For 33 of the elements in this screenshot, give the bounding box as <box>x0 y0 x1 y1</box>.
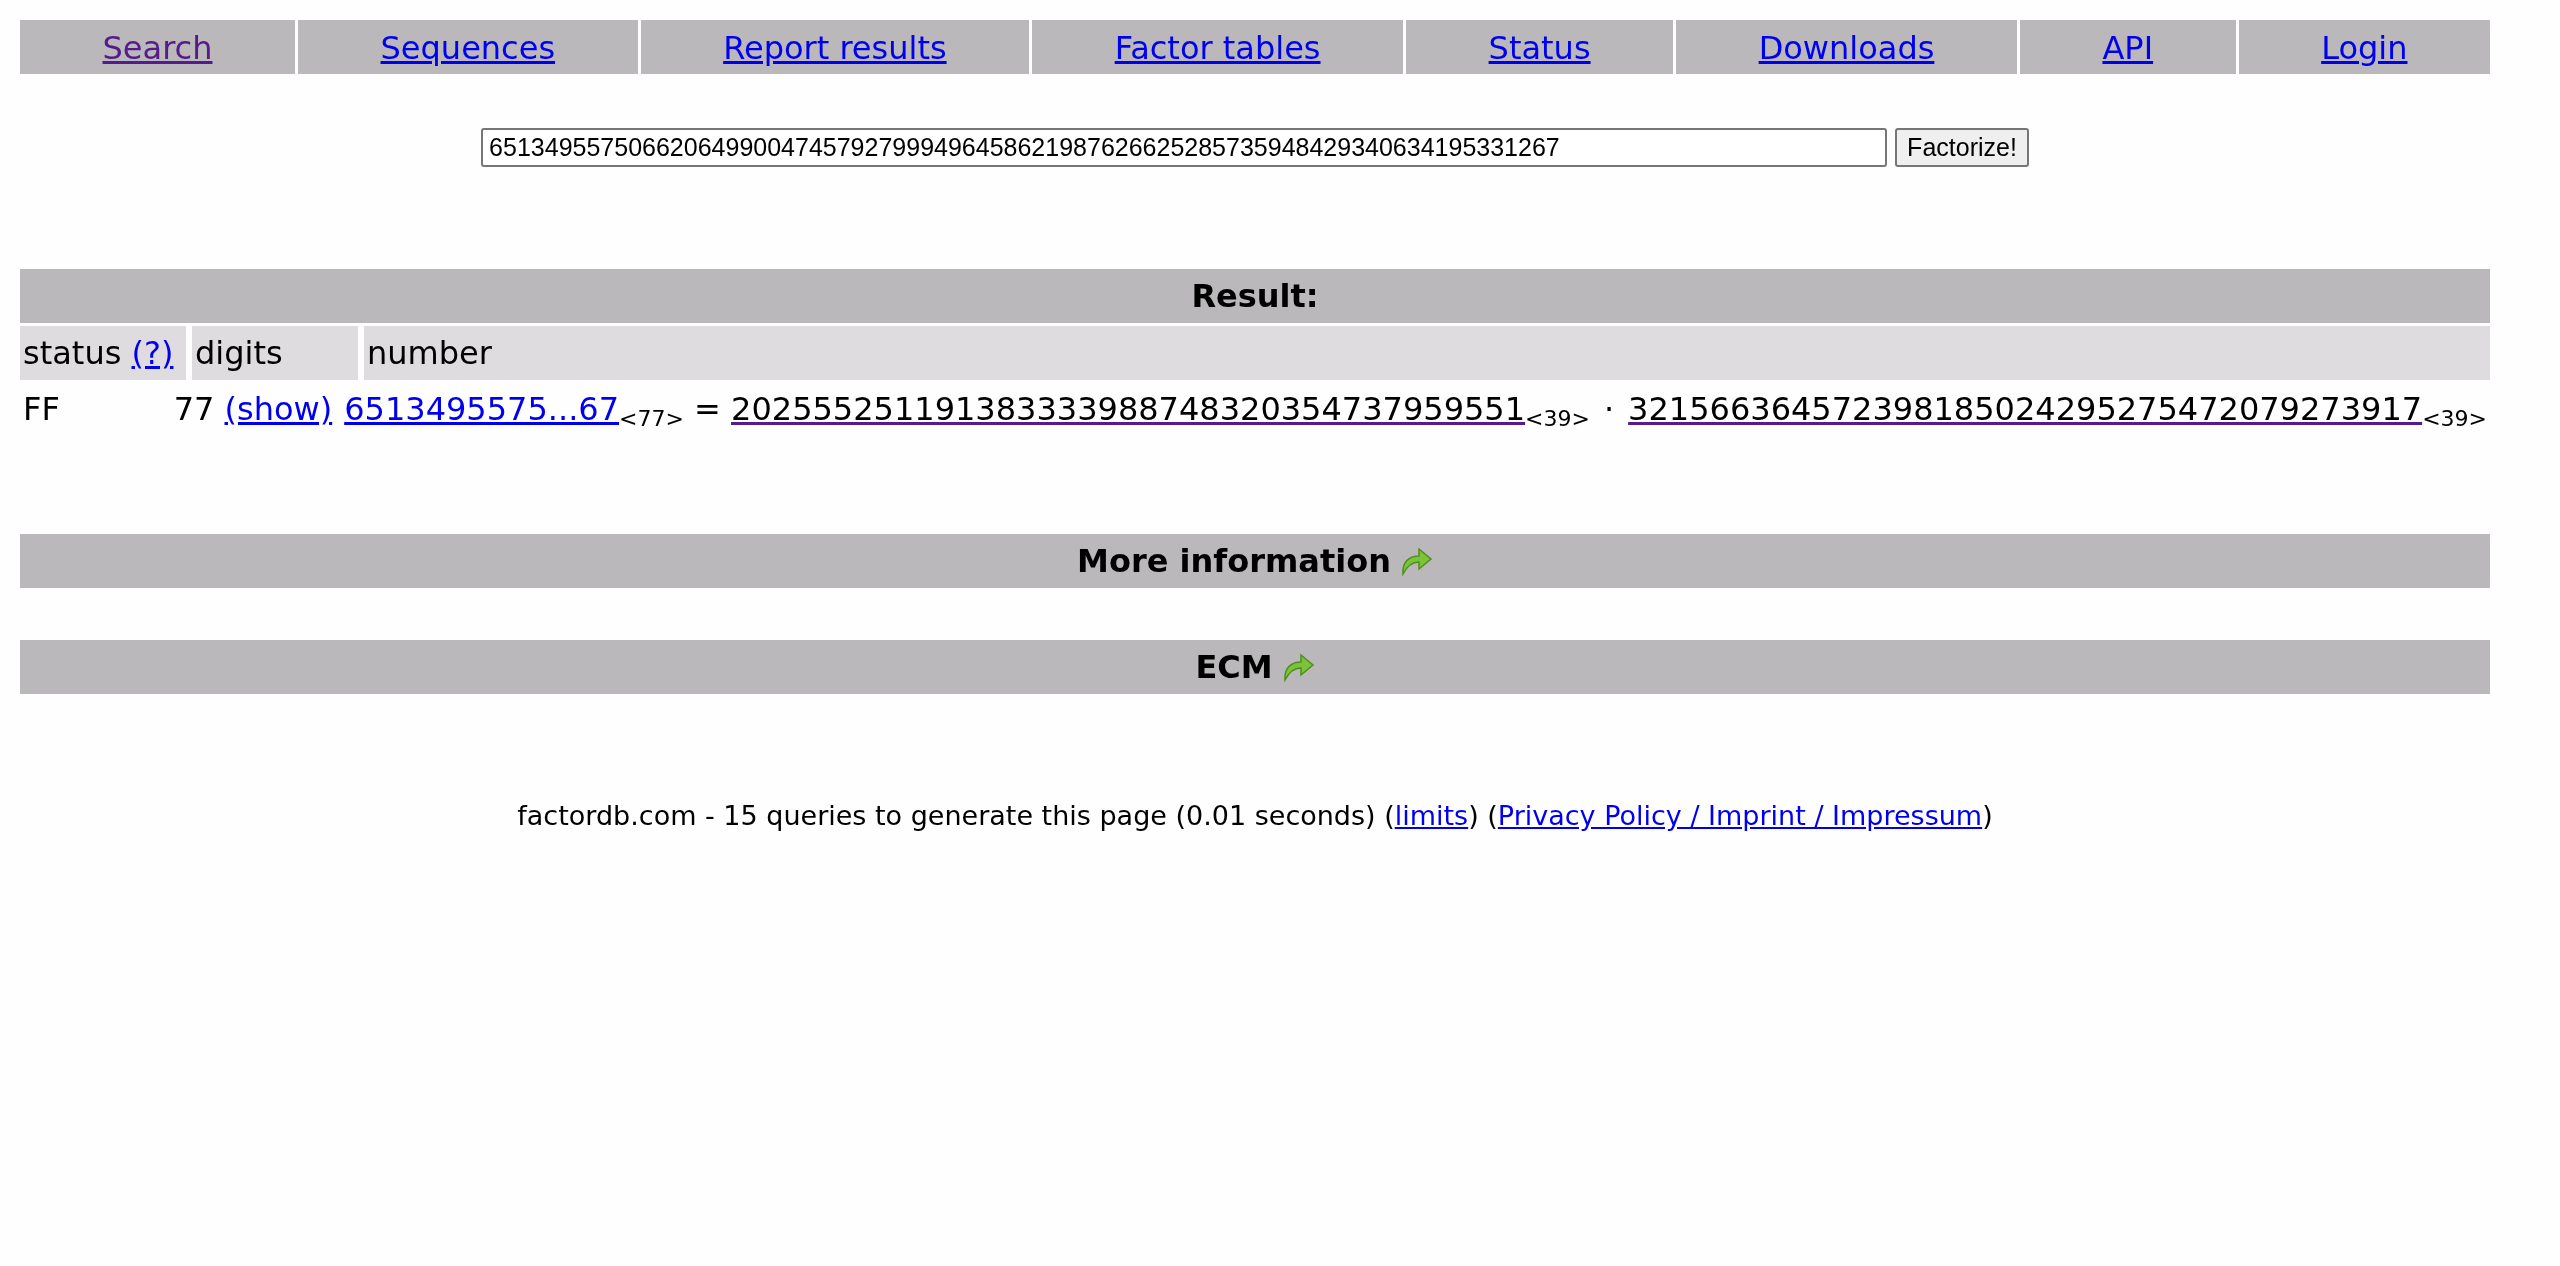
factor-link[interactable]: 202555251191383333988748320354737959551 <box>731 390 1526 428</box>
number-link[interactable]: 6513495575...67 <box>344 390 619 428</box>
show-link[interactable]: (show) <box>224 390 333 428</box>
footer-punct: ) ( <box>1468 800 1498 831</box>
footer-punct: ) <box>1982 800 1993 831</box>
column-label: status <box>23 334 122 372</box>
help-link[interactable]: (?) <box>131 334 174 372</box>
factor-link[interactable]: 321566364572398185024295275472079273917 <box>1628 390 2423 428</box>
digits-value: 77 <box>173 390 215 428</box>
multiply-dot: · <box>1603 390 1615 428</box>
nav-link[interactable]: Status <box>1488 29 1591 67</box>
nav-link[interactable]: Search <box>102 29 213 67</box>
nav-link[interactable]: Sequences <box>380 29 556 67</box>
nav-link[interactable]: API <box>2102 29 2154 67</box>
section-title: ECM <box>1195 648 1273 686</box>
column-label: digits <box>195 334 283 372</box>
column-label: number <box>367 334 492 372</box>
equals-sign: = <box>694 390 721 428</box>
factorize-button[interactable]: Factorize! <box>1895 128 2029 167</box>
result-header: Result: <box>20 269 2490 323</box>
digit-count: <39> <box>1525 406 1590 431</box>
nav-link[interactable]: Factor tables <box>1114 29 1321 67</box>
digit-count: <39> <box>2422 406 2487 431</box>
section-title: More information <box>1077 542 1391 580</box>
footer-info: factordb.com - 15 queries to generate this page (0.01 seconds) ( <box>517 800 1395 831</box>
nav-link[interactable]: Downloads <box>1758 29 1935 67</box>
number-input-field[interactable]: 65134955750662064990047457927999496458621987626625285735948429340634195331267 <box>481 128 1888 167</box>
privacy-link[interactable]: Privacy Policy / Imprint / Impressum <box>1497 800 1983 831</box>
limits-link[interactable]: limits <box>1394 800 1469 831</box>
nav-link[interactable]: Report results <box>723 29 947 67</box>
digit-count: <77> <box>619 406 684 431</box>
status-cell-text: FF <box>22 390 61 428</box>
nav-link[interactable]: Login <box>2321 29 2408 67</box>
